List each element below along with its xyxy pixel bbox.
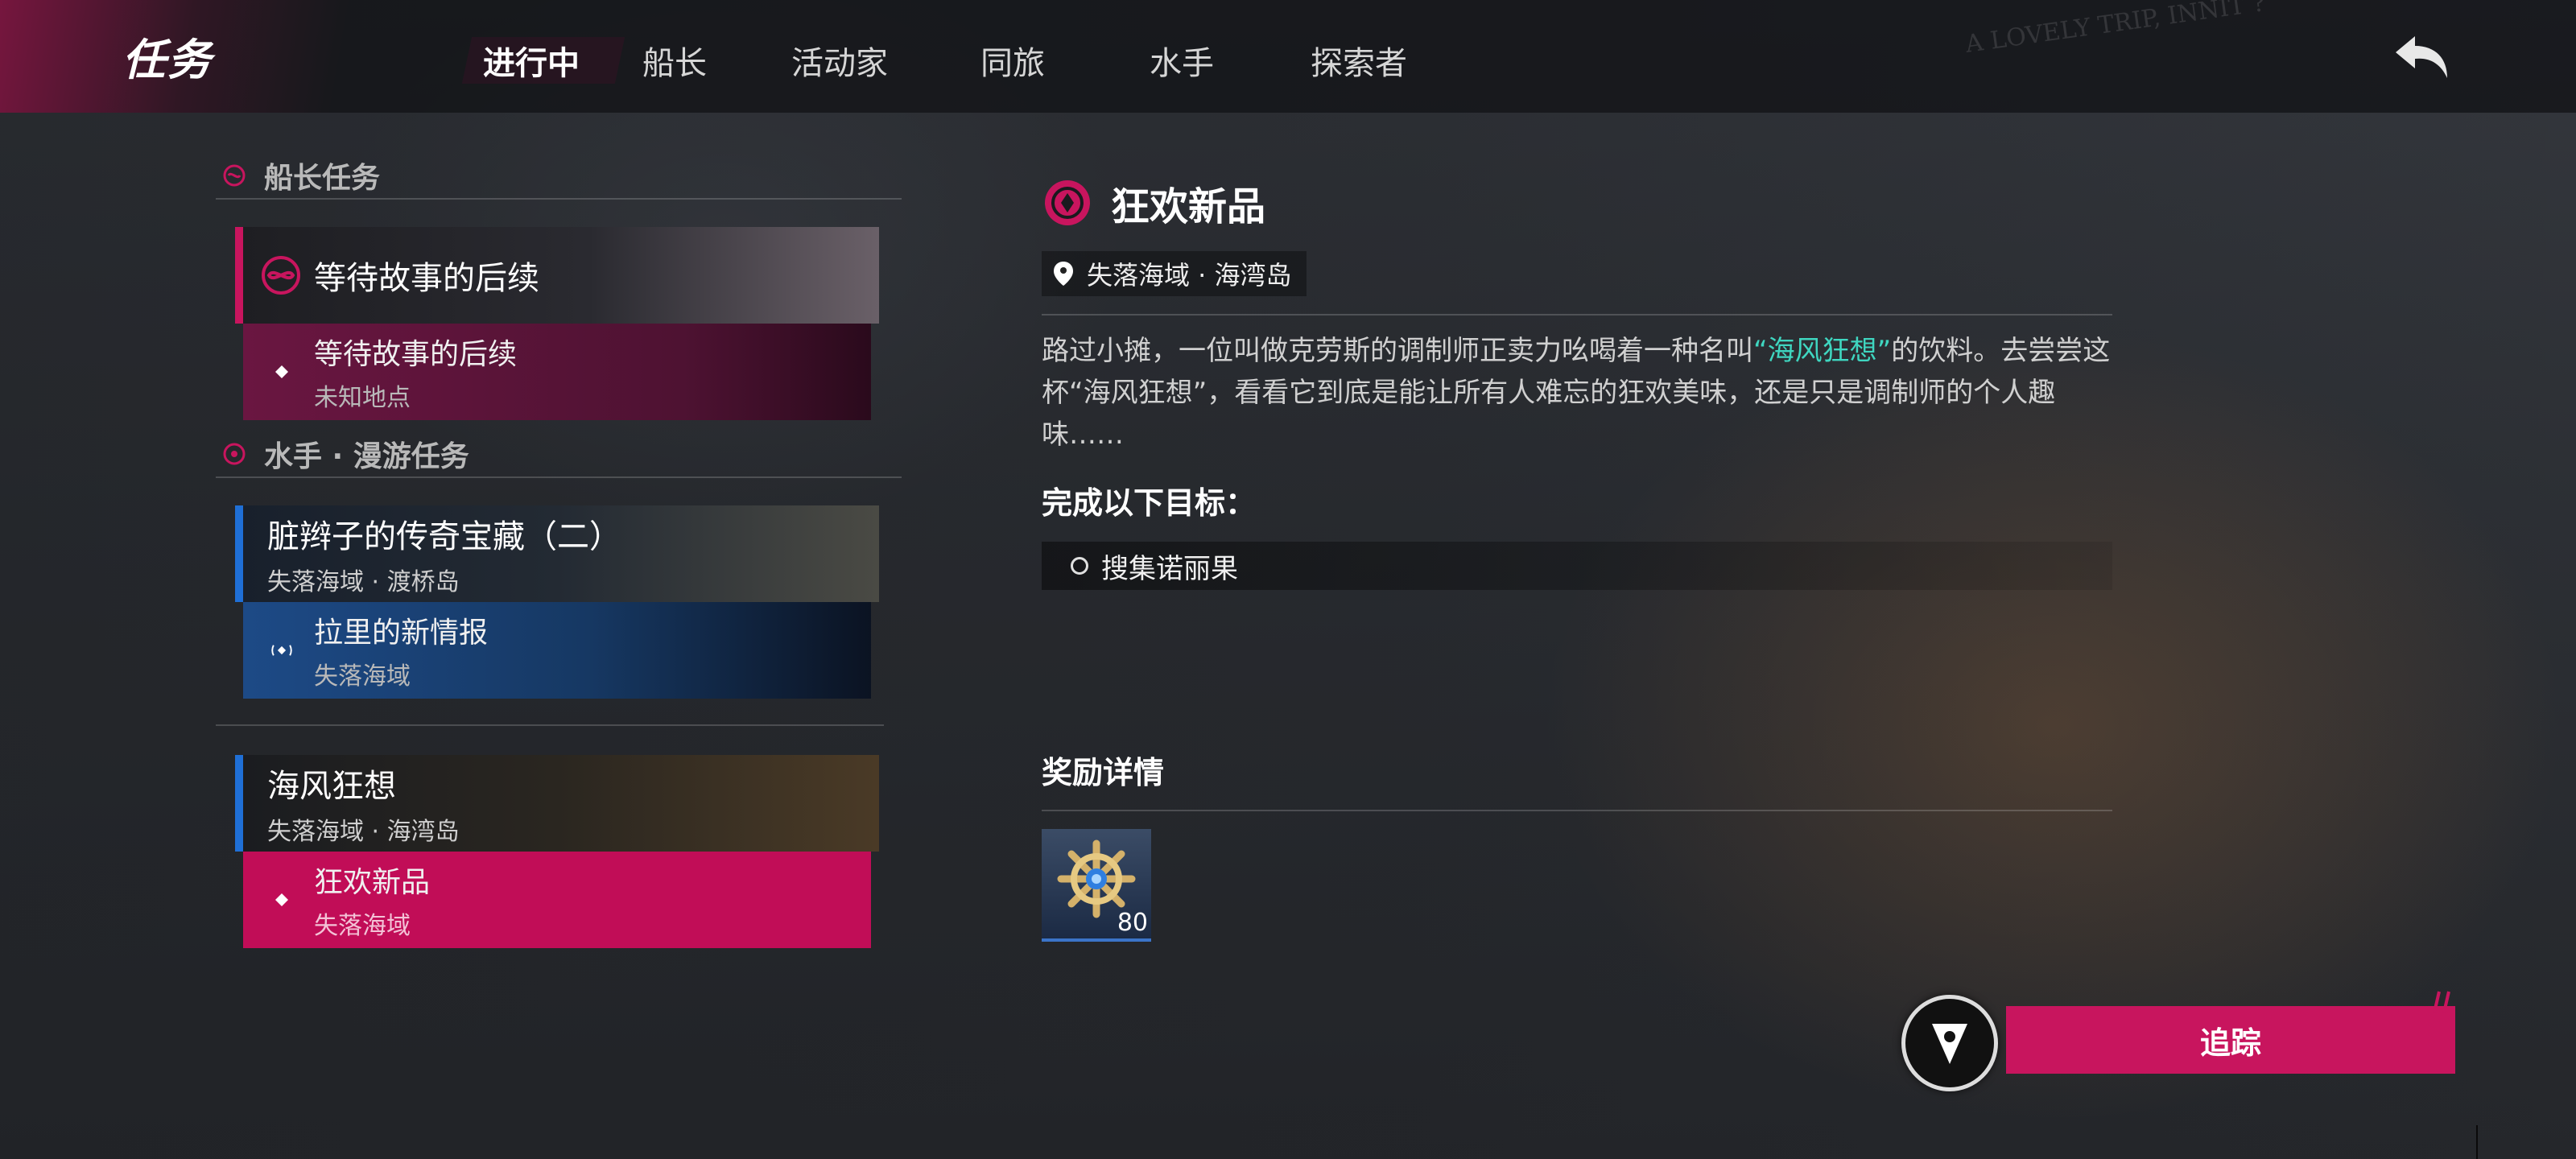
quest-description: 路过小摊，一位叫做克劳斯的调制师正卖力吆喝着一种名叫“海风狂想”的饮料。去尝尝这… [1042, 330, 2112, 456]
description-text: 路过小摊，一位叫做克劳斯的调制师正卖力吆喝着一种名叫 [1042, 335, 1753, 367]
description-highlight: “海风狂想” [1753, 335, 1892, 367]
quest-item-text: 拉里的新情报 失落海域 [314, 609, 488, 691]
quest-item-text: 狂欢新品 失落海域 [314, 859, 430, 941]
tab-activist[interactable]: 活动家 [731, 32, 948, 89]
quest-group-title: 海风狂想 [267, 768, 396, 805]
track-location-button[interactable] [1901, 995, 1998, 1091]
quest-detail-title: 狂欢新品 [1111, 184, 1266, 229]
goal-text: 搜集诺丽果 [1101, 552, 1238, 585]
quest-location: 失落海域 [314, 662, 411, 691]
section-header-sailor: 水手 · 漫游任务 [216, 431, 902, 478]
quest-location: 失落海域 [314, 912, 411, 940]
tab-captain[interactable]: 船长 [642, 32, 731, 89]
quest-group-title-card[interactable]: 海风狂想 失落海域 · 海湾岛 [235, 755, 879, 852]
map-pin-track-icon [1932, 1024, 1967, 1064]
quest-detail-panel: 狂欢新品 失落海域 · 海湾岛 路过小摊，一位叫做克劳斯的调制师正卖力吆喝着一种… [1042, 171, 2112, 942]
quest-group-title: 脏辫子的传奇宝藏（二） [267, 518, 621, 555]
diamond-icon [270, 892, 293, 908]
tab-companion[interactable]: 同旅 [948, 32, 1077, 89]
quest-group-dreadlocks-treasure[interactable]: 脏辫子的传奇宝藏（二） 失落海域 · 渡桥岛 拉里的新情报 失落海域 [235, 505, 879, 699]
group-divider [216, 724, 884, 726]
back-arrow-icon [2396, 36, 2447, 78]
quest-location-text: 失落海域 · 海湾岛 [1087, 260, 1292, 291]
diamond-icon [270, 364, 293, 380]
divider [1042, 810, 2112, 811]
quest-item-text: 等待故事的后续 未知地点 [314, 331, 517, 413]
captain-quest-emblem-icon [262, 256, 300, 295]
quest-name: 拉里的新情报 [314, 617, 489, 650]
top-bar: 任务 A LOVELY TRIP, INNIT ? 进行中 船长 活动家 同旅 … [0, 0, 2576, 113]
reward-count: 80 [1117, 909, 1148, 937]
tab-bar: 进行中 船长 活动家 同旅 水手 探索者 [483, 32, 1431, 89]
section-header-captain: 船长任务 [216, 153, 902, 200]
tab-label: 探索者 [1311, 45, 1407, 82]
accent-bar [235, 227, 243, 324]
quest-item-carnival-new[interactable]: 狂欢新品 失落海域 [243, 852, 871, 948]
goal-item: 搜集诺丽果 [1042, 542, 2112, 590]
quest-location-tag: 失落海域 · 海湾岛 [1042, 251, 1307, 296]
goal-ring-icon [1071, 557, 1088, 575]
tab-label: 进行中 [483, 45, 580, 82]
quest-group-captain-story[interactable]: 等待故事的后续 等待故事的后续 未知地点 [235, 227, 879, 420]
location-pin-icon [1054, 262, 1073, 286]
tab-explorer[interactable]: 探索者 [1286, 32, 1431, 89]
tab-sailor[interactable]: 水手 [1077, 32, 1286, 89]
accent-bar [235, 505, 243, 602]
quest-detail-header: 狂欢新品 [1042, 171, 2112, 235]
accent-bar [235, 755, 243, 852]
quest-group-location: 失落海域 · 渡桥岛 [267, 568, 460, 596]
tab-label: 同旅 [980, 45, 1045, 82]
goals-heading: 完成以下目标： [1042, 485, 1257, 521]
page-title: 任务 [122, 35, 213, 85]
quest-location: 未知地点 [314, 384, 411, 412]
quest-group-sea-breeze[interactable]: 海风狂想 失落海域 · 海湾岛 狂欢新品 失落海域 [235, 755, 879, 948]
roaming-diamond-icon [270, 639, 293, 662]
quest-list: 船长任务 等待故事的后续 等待故事的后续 未知地点 水手 · 漫游任务 脏辫子的… [216, 153, 902, 948]
tab-label: 船长 [642, 45, 707, 82]
background-graffiti: A LOVELY TRIP, INNIT ? [1963, 0, 2268, 59]
section-title: 水手 · 漫游任务 [264, 440, 469, 473]
quest-group-title-card[interactable]: 脏辫子的传奇宝藏（二） 失落海域 · 渡桥岛 [235, 505, 879, 602]
quest-type-icon [1045, 180, 1090, 225]
card-title-row: 等待故事的后续 [259, 252, 879, 299]
quest-item-larry-intel[interactable]: 拉里的新情报 失落海域 [243, 602, 871, 699]
corner-line-decoration [2476, 1125, 2478, 1159]
slash-decoration [2433, 991, 2450, 1013]
quest-group-title: 等待故事的后续 [314, 260, 539, 297]
quest-group-location: 失落海域 · 海湾岛 [267, 818, 460, 846]
back-button[interactable] [2391, 29, 2455, 85]
quest-group-title-card[interactable]: 等待故事的后续 [235, 227, 879, 324]
reward-item[interactable]: 80 [1042, 829, 1151, 942]
quest-name: 等待故事的后续 [314, 338, 518, 371]
tab-label: 水手 [1150, 45, 1214, 82]
quest-item-waiting-story[interactable]: 等待故事的后续 未知地点 [243, 324, 871, 420]
sailor-roaming-icon [223, 443, 246, 465]
section-title: 船长任务 [264, 162, 381, 195]
divider [1042, 314, 2112, 316]
rewards-heading: 奖励详情 [1042, 755, 1165, 790]
tab-label: 活动家 [791, 45, 888, 82]
captain-quest-icon [223, 164, 246, 187]
quest-name: 狂欢新品 [314, 866, 431, 899]
track-button[interactable]: 追踪 [2006, 1006, 2455, 1074]
tab-in-progress[interactable]: 进行中 [483, 32, 604, 89]
